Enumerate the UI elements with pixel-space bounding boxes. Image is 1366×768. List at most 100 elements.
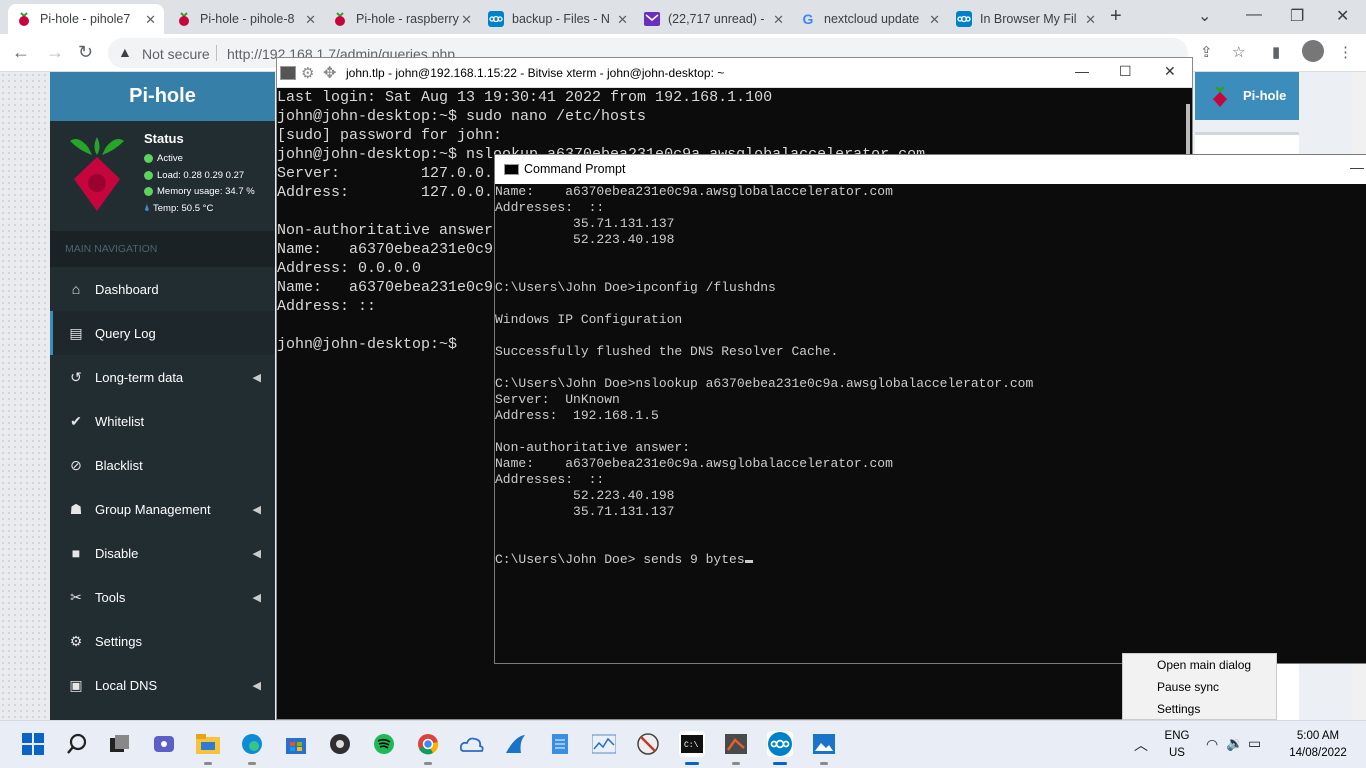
avatar[interactable] xyxy=(1302,40,1324,62)
close-tab-icon[interactable]: ✕ xyxy=(1085,12,1096,28)
terminal-line: Non-authoritative answer: xyxy=(495,440,691,455)
windows-start-icon[interactable] xyxy=(20,731,46,757)
sidebar-item-query-log[interactable]: ▤ Query Log xyxy=(50,311,275,355)
sidebar-item-settings[interactable]: ⚙ Settings xyxy=(50,619,275,663)
nextcloud-icon xyxy=(956,11,972,27)
network-cloud-icon[interactable] xyxy=(459,731,485,757)
nextcloud-icon[interactable] xyxy=(767,731,793,765)
tools-icon: ✂ xyxy=(70,588,82,605)
cmd-titlebar[interactable]: Command Prompt — xyxy=(495,155,1366,184)
wifi-icon[interactable]: ◠ xyxy=(1206,736,1218,753)
sidebar-item-tools[interactable]: ✂ Tools ◀ xyxy=(50,575,275,619)
close-icon[interactable]: ✕ xyxy=(1164,63,1176,80)
security-label[interactable]: Not secure xyxy=(142,46,210,62)
forward-arrow-icon[interactable]: → xyxy=(46,42,64,63)
terminal-line: C:\Users\John Doe>ipconfig /flushdns xyxy=(495,280,776,295)
pihole-logo[interactable]: Pi-hole xyxy=(50,72,275,121)
safety-icon[interactable] xyxy=(635,731,661,757)
menu-kebab-icon[interactable]: ⋮ xyxy=(1338,43,1353,61)
sidebar-item-blacklist[interactable]: ⊘ Blacklist xyxy=(50,443,275,487)
xterm-scrollbar[interactable] xyxy=(1186,104,1190,154)
move-icon[interactable]: ✥ xyxy=(323,63,336,83)
chrome-icon[interactable] xyxy=(415,731,441,765)
browser-tab[interactable]: In Browser My Fil ✕ xyxy=(948,4,1104,34)
sidebar-item-group-management[interactable]: ☗ Group Management ◀ xyxy=(50,487,275,531)
obs-icon[interactable] xyxy=(327,731,353,757)
share-icon[interactable]: ⇪ xyxy=(1200,43,1213,61)
close-tab-icon[interactable]: ✕ xyxy=(145,12,156,28)
notepad-icon[interactable] xyxy=(547,731,573,757)
users-icon: ☗ xyxy=(69,500,83,517)
terminal-icon[interactable]: C:\ xyxy=(679,731,705,765)
browser-tab[interactable]: Pi-hole - pihole-8 ✕ xyxy=(168,4,324,34)
minimize-icon[interactable]: — xyxy=(1246,6,1262,24)
sidebar-item-dashboard[interactable]: ⌂ Dashboard xyxy=(50,267,275,311)
photos-icon[interactable] xyxy=(811,731,837,765)
resource-monitor-icon[interactable] xyxy=(591,731,617,757)
menu-item-pause-sync[interactable]: Pause sync xyxy=(1123,676,1276,698)
terminal-line: 52.223.40.198 xyxy=(495,488,675,503)
language-region[interactable]: US xyxy=(1162,747,1192,759)
browser-tab[interactable]: Pi-hole - pihole7 ✕ xyxy=(8,4,164,34)
status-temp: 🌢 Temp: 50.5 °C xyxy=(144,203,214,214)
file-explorer-icon[interactable] xyxy=(195,731,221,765)
sidebar-item-whitelist[interactable]: ✔ Whitelist xyxy=(50,399,275,443)
nav-header: MAIN NAVIGATION xyxy=(50,231,275,267)
svg-text:C:\: C:\ xyxy=(684,741,699,750)
restore-icon[interactable]: ❐ xyxy=(1290,6,1304,26)
teams-chat-icon[interactable] xyxy=(151,731,177,757)
gear-icon[interactable]: ⚙ xyxy=(301,64,314,82)
side-panel-icon[interactable]: ▮ xyxy=(1272,43,1280,61)
chevron-left-icon: ◀ xyxy=(252,591,261,604)
spotify-icon[interactable] xyxy=(371,731,397,757)
sidebar-item-long-term-data[interactable]: ↺ Long-term data ◀ xyxy=(50,355,275,399)
cmd-output[interactable]: Name: a6370ebea231e0c9a.awsglobalacceler… xyxy=(495,184,1366,568)
clock-time[interactable]: 5:00 AM xyxy=(1280,730,1356,742)
xterm-titlebar[interactable]: ⚙ ✥ john.tlp - john@192.168.1.15:22 - Bi… xyxy=(277,58,1192,88)
search-icon[interactable] xyxy=(64,731,90,757)
status-load: Load: 0.28 0.29 0.27 xyxy=(144,170,244,181)
volume-icon[interactable]: 🔉 xyxy=(1226,735,1243,752)
bitvise-icon[interactable] xyxy=(723,731,749,765)
task-view-icon[interactable] xyxy=(107,731,133,757)
check-circle-icon: ✔ xyxy=(70,412,82,429)
chevron-up-icon[interactable]: ︿ xyxy=(1134,735,1148,755)
navbar-title[interactable]: Pi-hole xyxy=(1243,88,1286,103)
clock-date[interactable]: 14/08/2022 xyxy=(1280,747,1356,759)
close-tab-icon[interactable]: ✕ xyxy=(461,12,472,28)
menu-item-open-main-dialog[interactable]: Open main dialog xyxy=(1123,654,1276,676)
store-icon[interactable] xyxy=(283,731,309,757)
ban-icon: ⊘ xyxy=(70,456,82,473)
close-tab-icon[interactable]: ✕ xyxy=(305,12,316,28)
reload-icon[interactable]: ↻ xyxy=(78,42,93,63)
browser-tab[interactable]: Pi-hole - raspberry ✕ xyxy=(324,4,480,34)
browser-tab[interactable]: G nextcloud update ✕ xyxy=(792,4,948,34)
command-prompt-window[interactable]: Command Prompt — Name: a6370ebea231e0c9a… xyxy=(494,154,1366,664)
minimize-icon[interactable]: — xyxy=(1350,159,1364,175)
close-tab-icon[interactable]: ✕ xyxy=(929,12,940,28)
browser-tab[interactable]: backup - Files - N ✕ xyxy=(480,4,636,34)
close-tab-icon[interactable]: ✕ xyxy=(617,12,628,28)
maximize-icon[interactable]: ☐ xyxy=(1119,63,1132,80)
sidebar-item-local-dns[interactable]: ▣ Local DNS ◀ xyxy=(50,663,275,707)
language-indicator[interactable]: ENG xyxy=(1162,730,1192,742)
star-icon[interactable]: ☆ xyxy=(1232,43,1245,61)
tab-search-icon[interactable]: ⌄ xyxy=(1198,6,1211,26)
new-tab-button[interactable]: + xyxy=(1110,5,1122,28)
sidebar-item-disable[interactable]: ■ Disable ◀ xyxy=(50,531,275,575)
warning-icon[interactable]: ▲ xyxy=(118,44,132,60)
close-tab-icon[interactable]: ✕ xyxy=(773,12,784,28)
shark-fin-icon[interactable] xyxy=(503,731,529,757)
back-arrow-icon[interactable]: ← xyxy=(12,42,30,63)
battery-icon[interactable]: ▭ xyxy=(1248,735,1261,752)
edge-icon[interactable] xyxy=(239,731,265,765)
menu-item-settings[interactable]: Settings xyxy=(1123,698,1276,720)
minimize-icon[interactable]: — xyxy=(1075,63,1089,79)
home-icon: ⌂ xyxy=(71,281,81,297)
raspberry-icon xyxy=(16,11,32,27)
close-window-icon[interactable]: ✕ xyxy=(1336,6,1349,26)
browser-tab[interactable]: (22,717 unread) - ✕ xyxy=(636,4,792,34)
